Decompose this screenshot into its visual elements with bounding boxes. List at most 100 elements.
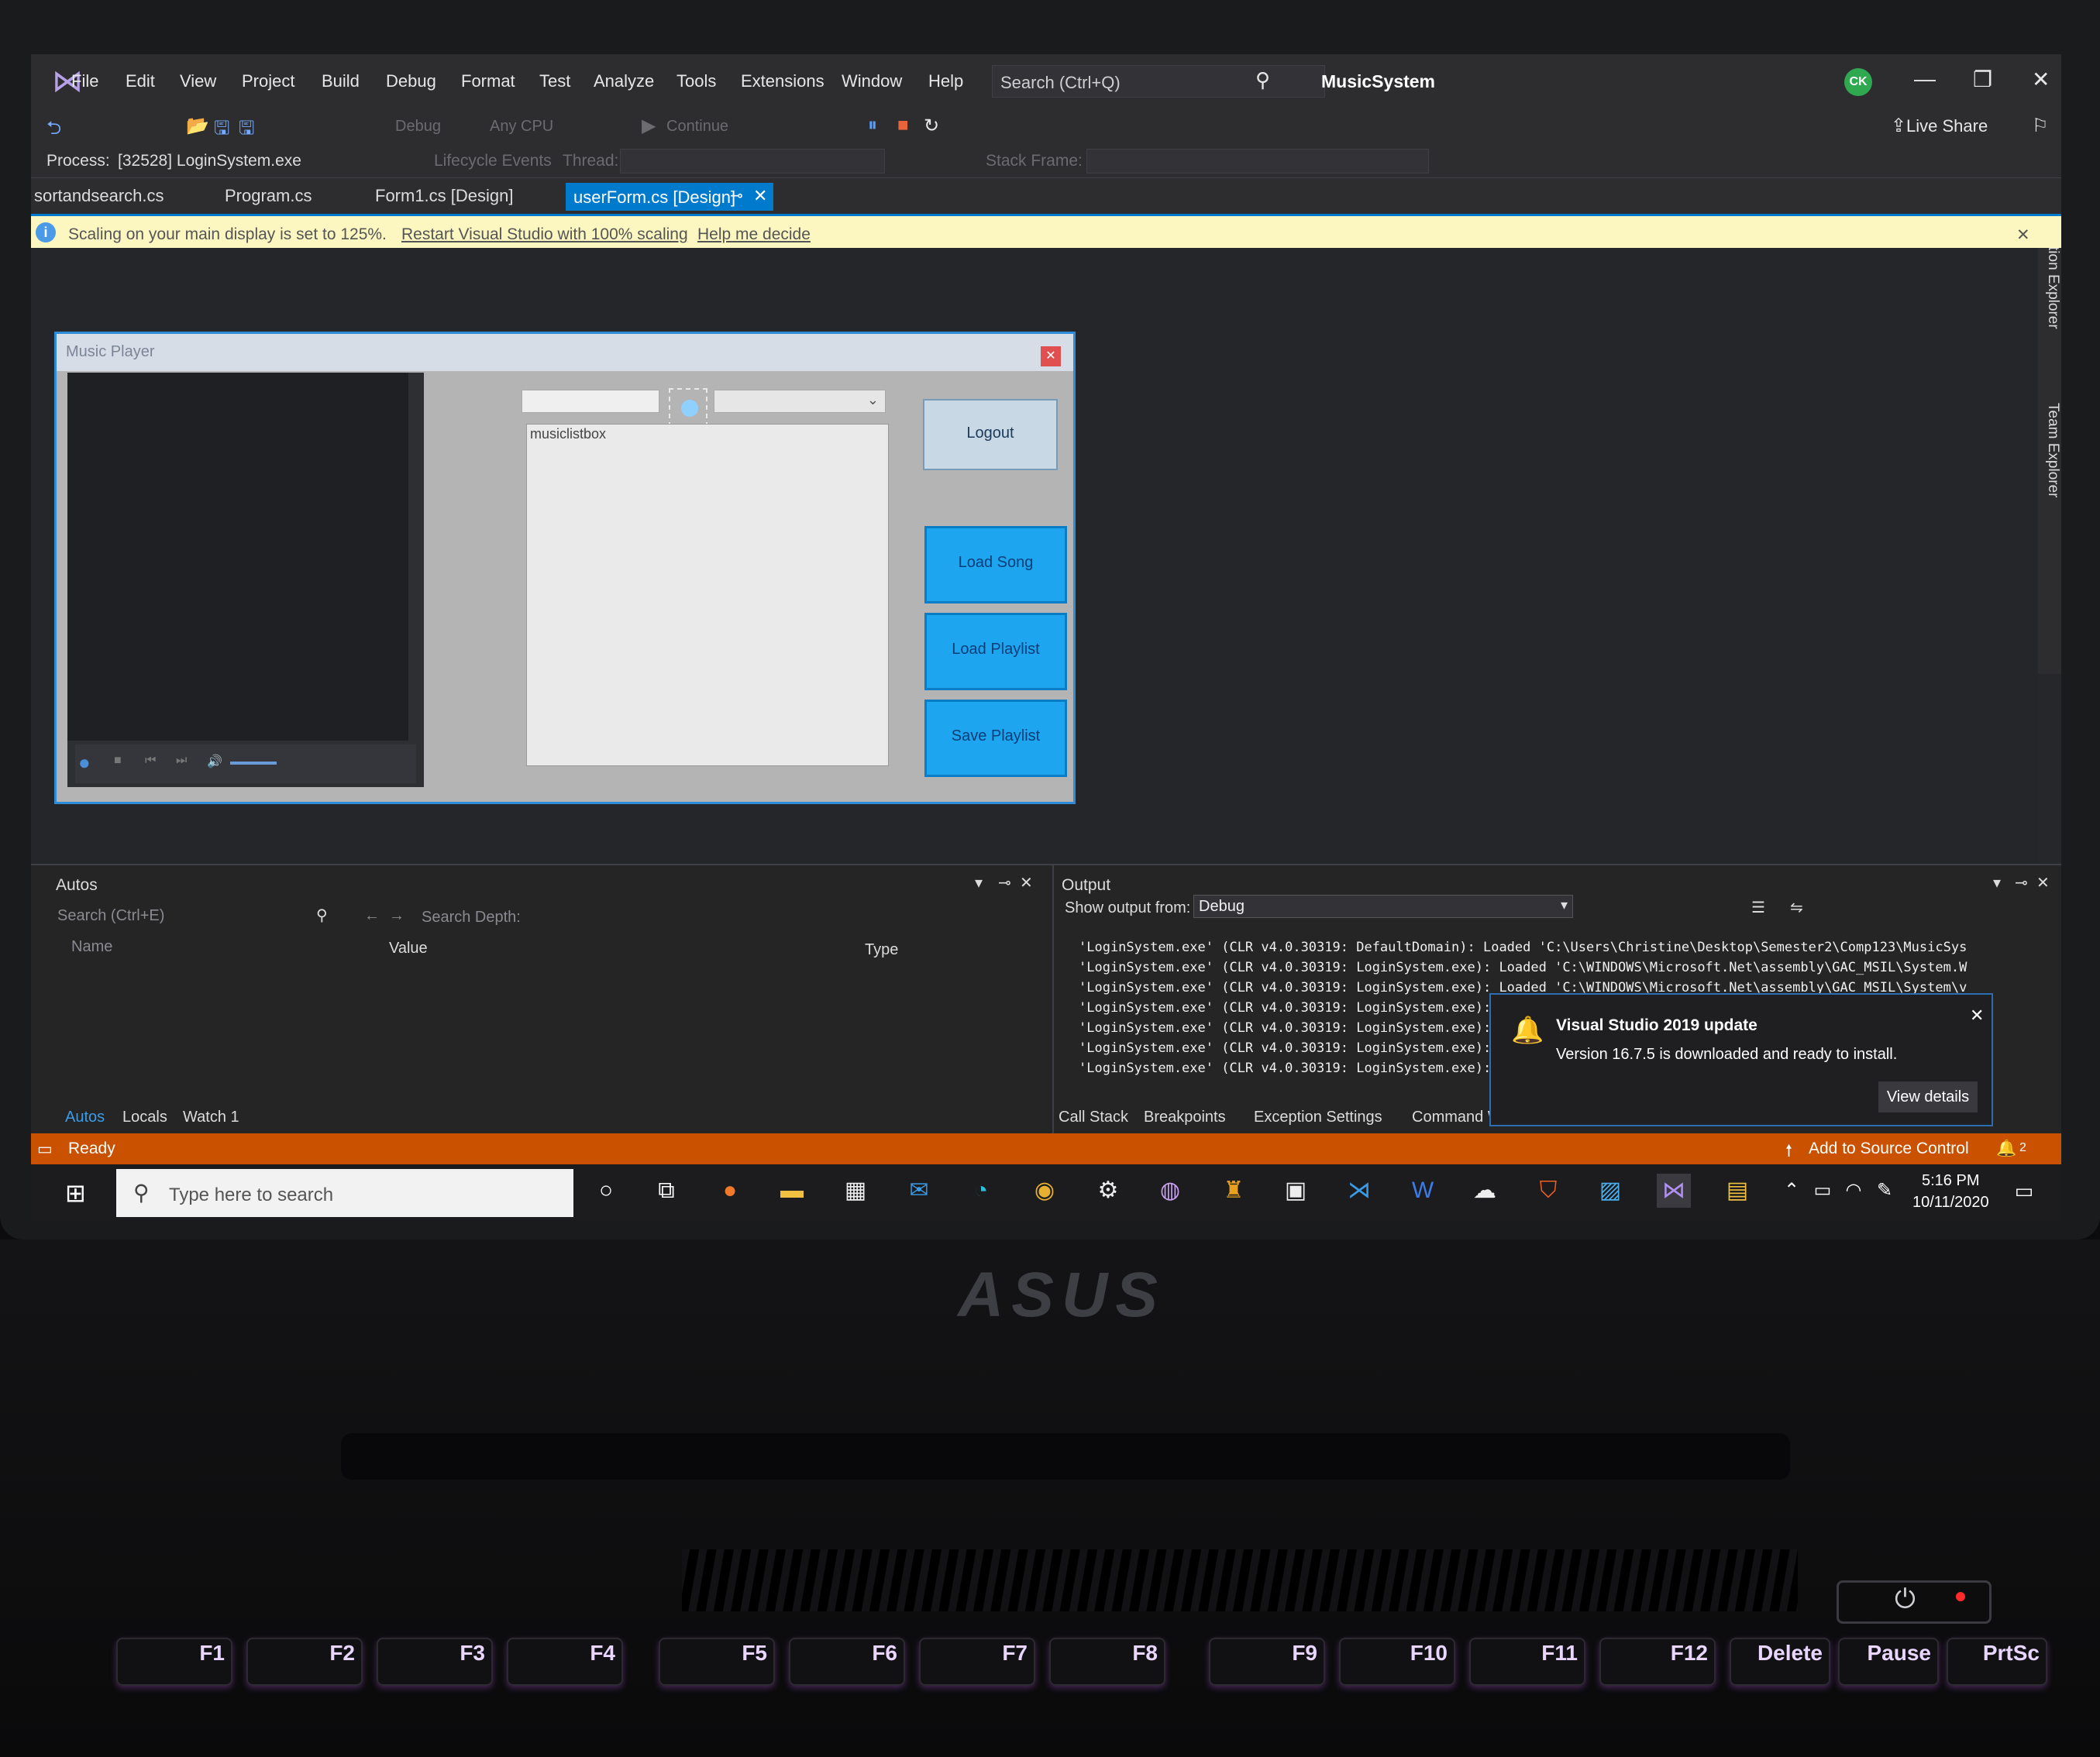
action-center-icon[interactable]: ▭ — [2007, 1174, 2041, 1208]
pin-icon[interactable]: ⊸ — [2015, 873, 2028, 892]
form-close-icon[interactable]: ✕ — [1041, 346, 1061, 366]
word-icon[interactable]: W — [1406, 1174, 1440, 1208]
key-f5[interactable]: F5 — [659, 1638, 775, 1686]
menu-format[interactable]: Format — [461, 71, 515, 91]
tab-program[interactable]: Program.cs — [225, 186, 312, 206]
wifi-icon[interactable]: ◠ — [1837, 1174, 1871, 1208]
github-icon[interactable]: ◍ — [1153, 1174, 1187, 1208]
panel-menu-icon[interactable]: ▾ — [1993, 873, 2001, 892]
tab-call-stack[interactable]: Call Stack — [1059, 1109, 1128, 1126]
restart-icon[interactable]: ↻ — [924, 115, 939, 137]
pin-icon[interactable]: ⊸ — [730, 186, 743, 205]
chevron-up-icon[interactable]: ⌃ — [1775, 1174, 1809, 1208]
search-icon[interactable]: ⚲ — [1255, 68, 1270, 92]
menu-debug[interactable]: Debug — [386, 71, 436, 91]
save-icon[interactable]: 🖫 — [214, 115, 229, 146]
key-f4[interactable]: F4 — [507, 1638, 623, 1686]
photos-icon[interactable]: ▨ — [1593, 1174, 1627, 1208]
media-play-icon[interactable]: ● — [78, 751, 91, 775]
visual-studio-icon[interactable]: ⋈ — [1657, 1174, 1691, 1208]
key-prtsc[interactable]: PrtSc — [1947, 1638, 2047, 1686]
load-playlist-button[interactable]: Load Playlist — [924, 613, 1067, 690]
media-next-icon[interactable]: ⏭ — [176, 754, 187, 768]
output-source-select[interactable]: Debug ▾ — [1193, 895, 1573, 918]
clock-date[interactable]: 10/11/2020 — [1912, 1194, 1989, 1212]
pause-icon[interactable]: ⏸ — [868, 115, 877, 136]
key-f10[interactable]: F10 — [1339, 1638, 1455, 1686]
close-icon[interactable]: ✕ — [1970, 1006, 1984, 1026]
config-select[interactable]: Debug — [395, 118, 441, 136]
close-tab-icon[interactable]: ✕ — [753, 186, 767, 206]
key-delete[interactable]: Delete — [1730, 1638, 1830, 1686]
menu-test[interactable]: Test — [539, 71, 570, 91]
menu-file[interactable]: File — [71, 71, 98, 91]
menu-window[interactable]: Window — [842, 71, 902, 91]
clock-time[interactable]: 5:16 PM — [1922, 1172, 1979, 1190]
restart-scaling-link[interactable]: Restart Visual Studio with 100% scaling — [401, 225, 688, 244]
view-details-button[interactable]: View details — [1878, 1081, 1978, 1112]
key-f12[interactable]: F12 — [1599, 1638, 1716, 1686]
media-prev-icon[interactable]: ⏮ — [145, 754, 156, 768]
firefox-icon[interactable]: ● — [713, 1174, 747, 1208]
media-player-controls[interactable]: ● ■ ⏮ ⏭ 🔊 — [75, 744, 416, 783]
menu-analyze[interactable]: Analyze — [594, 71, 654, 91]
open-folder-icon[interactable]: 📂 — [186, 115, 209, 137]
add-to-source-control[interactable]: Add to Source Control — [1809, 1140, 1969, 1158]
help-me-decide-link[interactable]: Help me decide — [697, 225, 811, 244]
platform-select[interactable]: Any CPU — [490, 118, 553, 136]
live-share-button[interactable]: Live Share — [1906, 116, 1988, 136]
clear-all-icon[interactable]: ☰ — [1751, 898, 1765, 917]
tab-breakpoints[interactable]: Breakpoints — [1144, 1109, 1226, 1126]
media-stop-icon[interactable]: ■ — [114, 754, 122, 768]
tab-locals[interactable]: Locals — [122, 1109, 167, 1126]
menu-project[interactable]: Project — [242, 71, 294, 91]
tab-exception-settings[interactable]: Exception Settings — [1254, 1109, 1382, 1126]
key-f3[interactable]: F3 — [377, 1638, 493, 1686]
task-view-icon[interactable]: ⧉ — [649, 1174, 683, 1208]
mail-icon[interactable]: ✉ — [902, 1174, 936, 1208]
thread-select[interactable] — [620, 149, 885, 174]
edge-icon[interactable]: ◔ — [964, 1174, 998, 1208]
word-wrap-icon[interactable]: ⇋ — [1790, 898, 1803, 917]
forward-arrow-icon[interactable]: → — [389, 907, 405, 925]
cortana-icon[interactable]: ○ — [589, 1174, 623, 1208]
paint-icon[interactable]: ▤ — [1720, 1174, 1754, 1208]
taskbar-search[interactable]: ⚲ Type here to search — [116, 1169, 573, 1217]
play-icon[interactable]: ▶ — [642, 115, 656, 137]
feedback-icon[interactable]: ⚐ — [2032, 115, 2049, 137]
key-f6[interactable]: F6 — [789, 1638, 905, 1686]
close-icon[interactable]: ✕ — [2032, 67, 2050, 92]
stack-frame-select[interactable] — [1086, 149, 1429, 174]
autos-search-input[interactable]: Search (Ctrl+E) — [57, 907, 164, 925]
menu-extensions[interactable]: Extensions — [741, 71, 825, 91]
app-icon[interactable]: ♜ — [1217, 1174, 1251, 1208]
process-select[interactable]: [32528] LoginSystem.exe — [118, 152, 301, 170]
chrome-icon[interactable]: ◉ — [1028, 1174, 1062, 1208]
terminal-icon[interactable]: ▣ — [1279, 1174, 1313, 1208]
tab-autos[interactable]: Autos — [65, 1109, 105, 1126]
menu-tools[interactable]: Tools — [676, 71, 716, 91]
column-value[interactable]: Value — [389, 940, 428, 958]
stop-icon[interactable]: ■ — [897, 115, 909, 136]
key-f9[interactable]: F9 — [1209, 1638, 1325, 1686]
media-volume-slider[interactable] — [230, 762, 277, 765]
key-f2[interactable]: F2 — [246, 1638, 363, 1686]
shield-icon[interactable]: ⛉ — [1531, 1174, 1565, 1208]
file-explorer-icon[interactable]: ▬ — [775, 1174, 809, 1208]
music-player-form[interactable]: Music Player ✕ ● ■ ⏮ ⏭ 🔊 ⌄ musiclistbox … — [54, 332, 1076, 804]
key-f7[interactable]: F7 — [919, 1638, 1035, 1686]
cloud-app-icon[interactable]: ☁ — [1468, 1174, 1502, 1208]
key-f8[interactable]: F8 — [1049, 1638, 1165, 1686]
save-playlist-button[interactable]: Save Playlist — [924, 700, 1067, 777]
windows-start-icon[interactable]: ⊞ — [65, 1178, 86, 1208]
save-all-icon[interactable]: 🖫 — [239, 115, 254, 146]
menu-edit[interactable]: Edit — [126, 71, 155, 91]
key-f1[interactable]: F1 — [116, 1638, 232, 1686]
load-song-button[interactable]: Load Song — [924, 526, 1067, 603]
search-icon[interactable]: ⚲ — [316, 906, 328, 925]
tab-form1-design[interactable]: Form1.cs [Design] — [375, 186, 514, 206]
team-explorer-tab[interactable]: Team Explorer — [2036, 403, 2061, 498]
continue-button[interactable]: Continue — [666, 118, 728, 136]
close-panel-icon[interactable]: ✕ — [2036, 873, 2050, 892]
close-panel-icon[interactable]: ✕ — [1020, 873, 1033, 892]
